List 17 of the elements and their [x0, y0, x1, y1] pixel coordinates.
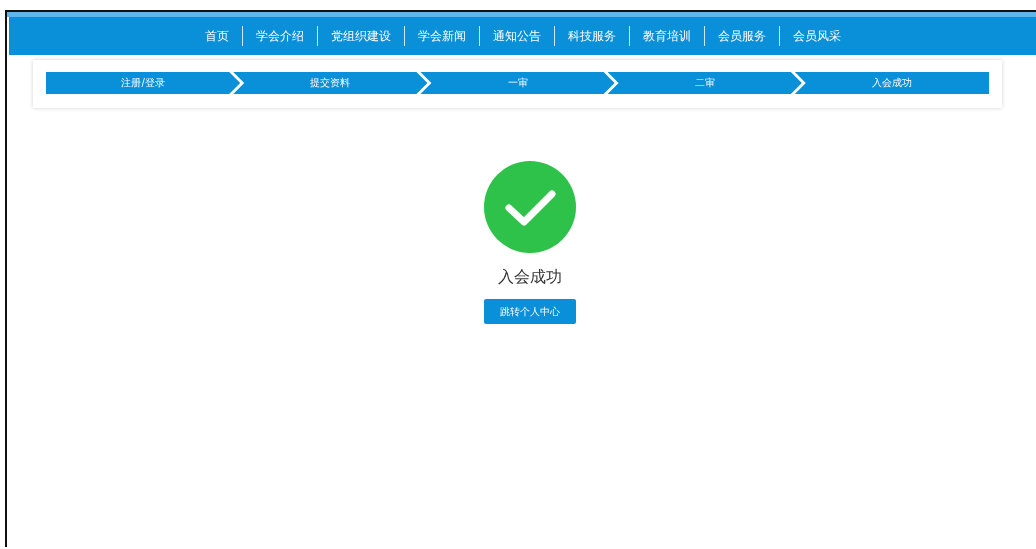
nav-link[interactable]: 通知公告 [479, 29, 554, 43]
nav-link[interactable]: 教育培训 [629, 29, 704, 43]
nav-link[interactable]: 会员风采 [779, 29, 854, 43]
success-title: 入会成功 [498, 267, 562, 288]
nav-link[interactable]: 首页 [191, 29, 242, 43]
nav-link[interactable]: 会员服务 [704, 29, 779, 43]
progress-step: 入会成功 [794, 72, 989, 94]
nav-link[interactable]: 科技服务 [554, 29, 629, 43]
nav-link[interactable]: 党组织建设 [317, 29, 404, 43]
progress-step: 一审 [420, 72, 615, 94]
personal-center-button[interactable]: 跳转个人中心 [484, 299, 576, 324]
progress-step: 提交资料 [233, 72, 428, 94]
nav-link[interactable]: 学会介绍 [242, 29, 317, 43]
progress-step: 注册/登录 [46, 72, 241, 94]
nav-link[interactable]: 学会新闻 [404, 29, 479, 43]
success-check-icon [484, 161, 576, 253]
progress-step: 二审 [607, 72, 802, 94]
